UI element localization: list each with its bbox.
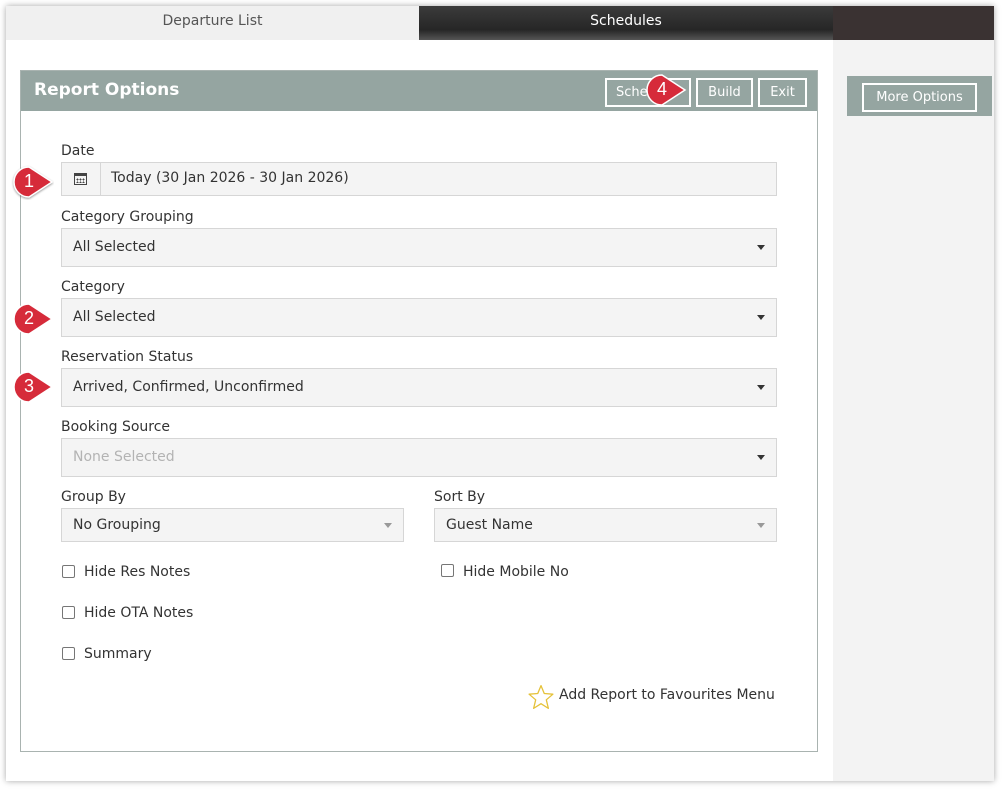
star-icon[interactable]	[528, 684, 554, 710]
calendar-button[interactable]	[62, 163, 101, 195]
callout-number: 4	[656, 79, 667, 99]
date-label: Date	[61, 143, 95, 159]
chevron-down-icon	[757, 385, 765, 390]
callout-marker-1: 1	[10, 164, 54, 200]
chevron-down-icon	[757, 245, 765, 250]
more-options-header: More Options	[847, 76, 992, 116]
callout-marker-2: 2	[10, 301, 54, 337]
chevron-down-icon	[384, 523, 392, 528]
date-field[interactable]: Today (30 Jan 2026 - 30 Jan 2026)	[61, 162, 777, 196]
build-button[interactable]: Build	[696, 78, 753, 107]
group-by-value: No Grouping	[73, 517, 161, 533]
group-by-select[interactable]: No Grouping	[61, 508, 404, 542]
callout-marker-4: 4	[643, 72, 687, 108]
booking-source-select[interactable]: None Selected	[61, 438, 777, 477]
reservation-status-label: Reservation Status	[61, 349, 194, 365]
category-grouping-value: All Selected	[73, 239, 156, 255]
report-window: Departure List Schedules Report Options …	[6, 6, 994, 781]
summary-label: Summary	[84, 646, 152, 662]
category-grouping-label: Category Grouping	[61, 209, 194, 225]
hide-ota-notes-label: Hide OTA Notes	[84, 605, 194, 621]
reservation-status-select[interactable]: Arrived, Confirmed, Unconfirmed	[61, 368, 777, 407]
tab-bar-filler	[833, 6, 994, 40]
panel-title: Report Options	[34, 80, 180, 100]
category-grouping-select[interactable]: All Selected	[61, 228, 777, 267]
callout-number: 1	[23, 171, 34, 191]
hide-res-notes-label: Hide Res Notes	[84, 564, 191, 580]
panel-header: Report Options Schedule Build Exit	[21, 71, 817, 111]
exit-button[interactable]: Exit	[758, 78, 807, 107]
category-value: All Selected	[73, 309, 156, 325]
sort-by-label: Sort By	[434, 489, 486, 505]
callout-number: 2	[23, 308, 34, 328]
booking-source-placeholder: None Selected	[73, 449, 175, 465]
hide-ota-notes-checkbox[interactable]	[62, 606, 75, 619]
category-select[interactable]: All Selected	[61, 298, 777, 337]
hide-mobile-no-checkbox[interactable]	[441, 564, 454, 577]
tab-schedules[interactable]: Schedules	[419, 6, 833, 40]
add-to-favourites-link[interactable]: Add Report to Favourites Menu	[559, 687, 775, 703]
hide-mobile-no-label: Hide Mobile No	[463, 564, 569, 580]
group-by-label: Group By	[61, 489, 126, 505]
summary-checkbox[interactable]	[62, 647, 75, 660]
booking-source-label: Booking Source	[61, 419, 171, 435]
chevron-down-icon	[757, 315, 765, 320]
chevron-down-icon	[757, 523, 765, 528]
callout-number: 3	[23, 376, 34, 396]
sort-by-value: Guest Name	[446, 517, 533, 533]
chevron-down-icon	[757, 455, 765, 460]
callout-marker-3: 3	[10, 369, 54, 405]
calendar-icon	[74, 173, 87, 185]
hide-res-notes-checkbox[interactable]	[62, 565, 75, 578]
date-value: Today (30 Jan 2026 - 30 Jan 2026)	[111, 170, 349, 186]
sort-by-select[interactable]: Guest Name	[434, 508, 777, 542]
category-label: Category	[61, 279, 125, 295]
reservation-status-value: Arrived, Confirmed, Unconfirmed	[73, 379, 304, 395]
more-options-button[interactable]: More Options	[862, 83, 977, 112]
tab-departure-list[interactable]: Departure List	[6, 6, 419, 40]
right-column	[833, 40, 994, 781]
